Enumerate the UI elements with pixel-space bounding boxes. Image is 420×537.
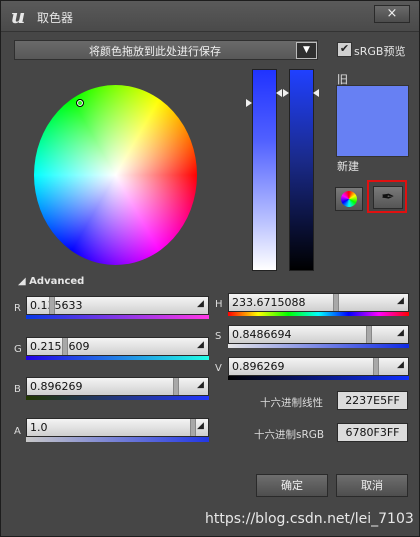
value-slider-handle-left-icon[interactable] bbox=[283, 89, 289, 97]
window-title: 取色器 bbox=[37, 11, 74, 25]
value-slider[interactable] bbox=[289, 69, 314, 271]
r-input[interactable]: 0.135633 ◢ bbox=[26, 296, 209, 315]
h-input[interactable]: 233.6715088 ◢ bbox=[228, 293, 409, 312]
v-knob[interactable] bbox=[373, 358, 379, 375]
color-preview-swatch bbox=[336, 85, 409, 157]
eyedropper-icon[interactable]: ✒ bbox=[373, 186, 403, 209]
hex-srgb-label: 十六进制sRGB bbox=[254, 429, 325, 441]
resize-grip-icon[interactable]: ◢ bbox=[197, 299, 206, 310]
srgb-preview-label: sRGB预览 bbox=[354, 45, 406, 58]
ok-button[interactable]: 确定 bbox=[256, 474, 328, 497]
color-wheel[interactable] bbox=[34, 85, 197, 265]
h-value: 233.6715088 bbox=[232, 296, 306, 309]
a-knob[interactable] bbox=[190, 419, 196, 436]
eyedropper-button-highlight[interactable]: ✒ bbox=[367, 180, 407, 213]
resize-grip-icon[interactable]: ◢ bbox=[397, 296, 406, 307]
g-input[interactable]: 0.2158609 ◢ bbox=[26, 337, 209, 356]
s-value: 0.8486694 bbox=[232, 328, 292, 341]
s-knob[interactable] bbox=[366, 326, 372, 343]
h-label: H bbox=[215, 299, 223, 310]
s-input[interactable]: 0.8486694 ◢ bbox=[228, 325, 409, 344]
chevron-down-icon[interactable]: ▼ bbox=[296, 42, 317, 59]
g-knob[interactable] bbox=[62, 338, 68, 355]
advanced-section-header[interactable]: ◢ Advanced bbox=[18, 276, 84, 287]
r-knob[interactable] bbox=[49, 297, 55, 314]
saturation-slider[interactable] bbox=[252, 69, 277, 271]
v-gradient-bar bbox=[228, 376, 409, 380]
advanced-label: Advanced bbox=[29, 276, 85, 287]
a-gradient-bar bbox=[26, 437, 209, 442]
r-value: 0.135633 bbox=[30, 299, 83, 312]
color-wheel-disc[interactable] bbox=[34, 85, 197, 265]
new-color-label: 新建 bbox=[337, 160, 359, 173]
b-knob[interactable] bbox=[173, 378, 179, 395]
hex-srgb-input[interactable]: 6780F3FF bbox=[337, 423, 408, 442]
save-color-dropzone[interactable]: 将颜色拖放到此处进行保存 ▼ bbox=[14, 40, 318, 60]
a-value: 1.0 bbox=[30, 421, 48, 434]
h-gradient-bar bbox=[228, 312, 409, 316]
a-input[interactable]: 1.0 ◢ bbox=[26, 418, 209, 437]
hex-linear-label: 十六进制线性 bbox=[260, 397, 323, 409]
g-value: 0.2158609 bbox=[30, 340, 90, 353]
v-input[interactable]: 0.896269 ◢ bbox=[228, 357, 409, 376]
r-gradient-bar bbox=[26, 315, 209, 319]
unreal-logo-icon: u bbox=[10, 4, 26, 28]
g-gradient-bar bbox=[26, 356, 209, 360]
save-dropzone-label: 将颜色拖放到此处进行保存 bbox=[89, 45, 221, 58]
r-label: R bbox=[14, 303, 21, 314]
s-label: S bbox=[215, 331, 222, 342]
watermark-text: https://blog.csdn.net/lei_7103 bbox=[205, 511, 414, 527]
g-label: G bbox=[14, 344, 22, 355]
resize-grip-icon[interactable]: ◢ bbox=[197, 340, 206, 351]
close-button[interactable]: × bbox=[374, 5, 410, 23]
saturation-slider-handle-right-icon[interactable] bbox=[276, 89, 282, 97]
b-label: B bbox=[14, 384, 21, 395]
title-bar[interactable]: u 取色器 × bbox=[1, 1, 419, 32]
resize-grip-icon[interactable]: ◢ bbox=[197, 380, 206, 391]
b-value: 0.896269 bbox=[30, 380, 83, 393]
value-slider-handle-right-icon[interactable] bbox=[313, 89, 319, 97]
s-gradient-bar bbox=[228, 344, 409, 348]
color-wheel-mode-button[interactable] bbox=[335, 187, 363, 211]
srgb-preview-checkbox[interactable]: ✔ bbox=[337, 42, 352, 57]
resize-grip-icon[interactable]: ◢ bbox=[197, 421, 206, 432]
resize-grip-icon[interactable]: ◢ bbox=[397, 328, 406, 339]
v-value: 0.896269 bbox=[232, 360, 285, 373]
color-wheel-marker[interactable] bbox=[76, 99, 84, 107]
color-wheel-icon bbox=[341, 191, 357, 207]
v-label: V bbox=[215, 363, 222, 374]
h-knob[interactable] bbox=[333, 294, 339, 311]
color-picker-window: u 取色器 × 将颜色拖放到此处进行保存 ▼ ✔ sRGB预览 旧 新建 ✒ ◢… bbox=[0, 0, 420, 537]
b-gradient-bar bbox=[26, 396, 209, 400]
hex-linear-input[interactable]: 2237E5FF bbox=[337, 391, 408, 410]
b-input[interactable]: 0.896269 ◢ bbox=[26, 377, 209, 396]
triangle-down-icon: ◢ bbox=[18, 276, 30, 287]
a-label: A bbox=[14, 426, 21, 437]
saturation-slider-handle-left-icon[interactable] bbox=[246, 99, 252, 107]
cancel-button[interactable]: 取消 bbox=[336, 474, 408, 497]
resize-grip-icon[interactable]: ◢ bbox=[397, 360, 406, 371]
